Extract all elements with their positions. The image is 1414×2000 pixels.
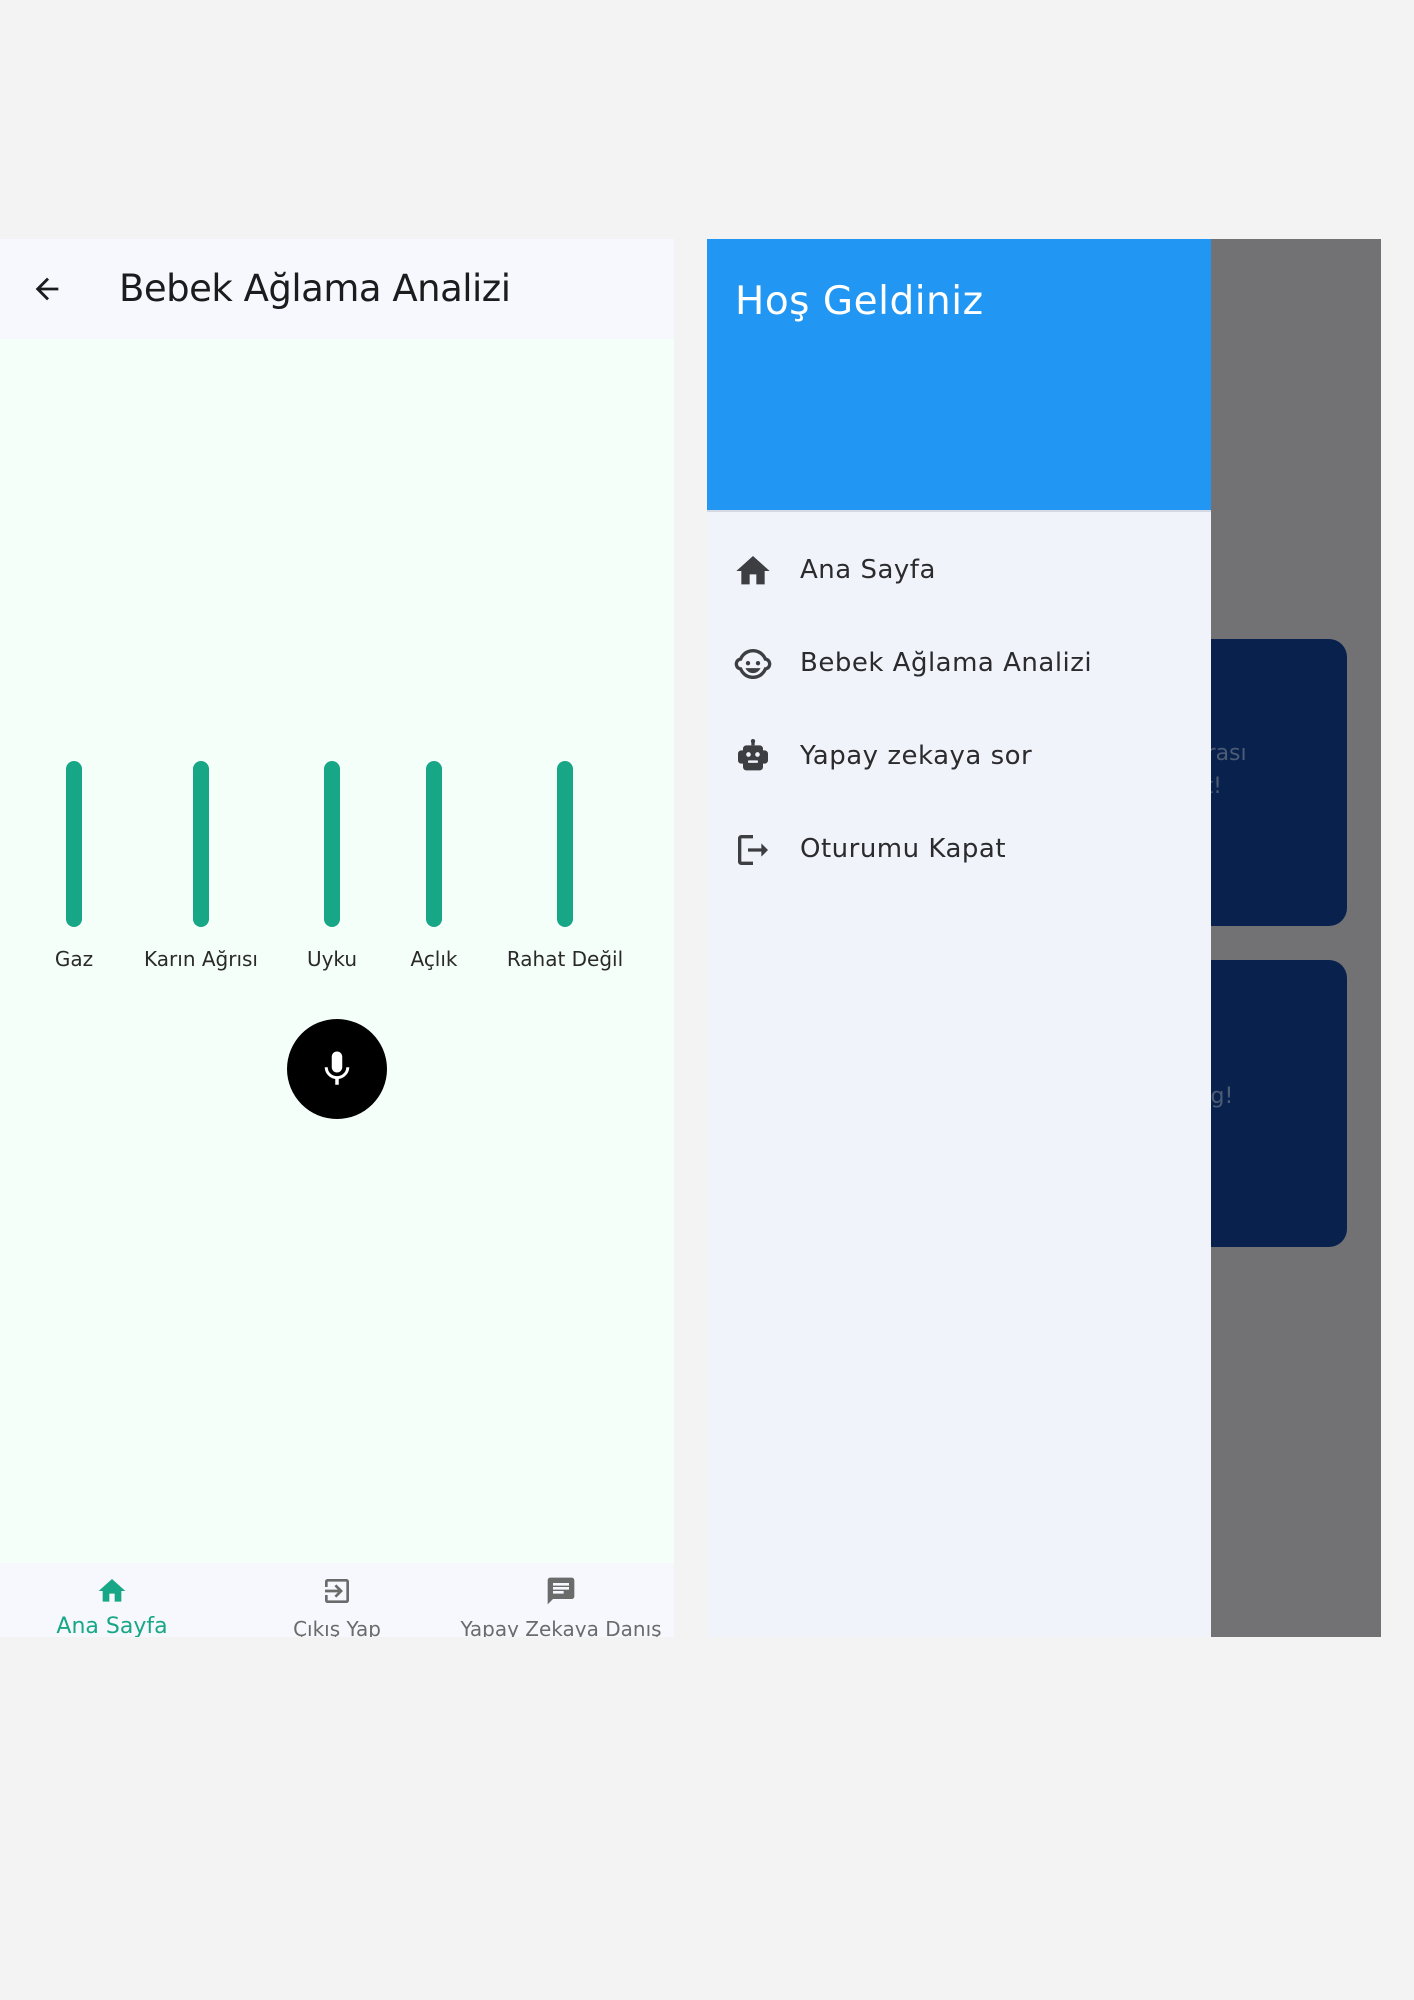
level-bar	[557, 761, 573, 927]
chat-icon	[547, 1577, 575, 1605]
bar-label: Gaz	[54, 947, 94, 971]
drawer-item-logout[interactable]: Oturumu Kapat	[707, 810, 1211, 890]
nav-item-exit[interactable]: Çıkış Yap	[225, 1563, 449, 1637]
level-bar	[324, 761, 340, 927]
drawer-item-label: Bebek Ağlama Analizi	[800, 648, 1093, 678]
analysis-screen: Bebek Ağlama Analizi Gaz Karın Ağrısı Uy…	[0, 239, 674, 1637]
drawer-item-label: Yapay zekaya sor	[800, 741, 1033, 771]
home-icon	[736, 556, 770, 585]
nav-label: Çıkış Yap	[293, 1617, 381, 1637]
bar-label: Rahat Değil	[506, 947, 624, 971]
bar-label: Açlık	[410, 947, 458, 971]
drawer-item-label: Oturumu Kapat	[800, 834, 1007, 864]
bar-karin-agrisi[interactable]: Karın Ağrısı	[136, 749, 266, 971]
home-screen-with-drawer: r arası bet! blog! Hoş Geldiniz Ana Sayf…	[707, 239, 1381, 1637]
level-bar	[66, 761, 82, 927]
robot-icon	[738, 739, 768, 771]
bar-aclik[interactable]: Açlık	[369, 749, 499, 971]
mic-icon	[324, 1051, 350, 1085]
drawer-item-label: Ana Sayfa	[800, 555, 936, 585]
level-bar	[193, 761, 209, 927]
arrow-back-icon	[35, 277, 59, 301]
bar-rahat-degil[interactable]: Rahat Değil	[500, 749, 630, 971]
exit-icon	[325, 1579, 349, 1603]
nav-item-ai-chat[interactable]: Yapay Zekaya Danış	[449, 1563, 673, 1637]
drawer-item-ask-ai[interactable]: Yapay zekaya sor	[707, 717, 1211, 797]
drawer-item-cry-analysis[interactable]: Bebek Ağlama Analizi	[707, 624, 1211, 704]
drawer-header: Hoş Geldiniz	[707, 239, 1211, 512]
baby-face-icon	[734, 649, 772, 679]
home-icon	[98, 1579, 126, 1602]
nav-label: Yapay Zekaya Danış	[460, 1617, 662, 1637]
nav-item-home[interactable]: Ana Sayfa	[0, 1563, 224, 1637]
bar-label: Karın Ağrısı	[144, 947, 258, 971]
nav-label: Ana Sayfa	[56, 1614, 168, 1637]
level-bar	[426, 761, 442, 927]
bottom-nav: Ana Sayfa Çıkış Yap Yapay Zekaya Danış	[0, 1563, 674, 1637]
bar-gaz[interactable]: Gaz	[9, 749, 139, 971]
record-button[interactable]	[287, 1019, 387, 1119]
back-button[interactable]	[22, 264, 72, 314]
drawer-title: Hoş Geldiniz	[735, 279, 984, 324]
navigation-drawer: Hoş Geldiniz Ana Sayfa Bebek Ağlama Anal…	[707, 239, 1211, 1637]
app-bar: Bebek Ağlama Analizi	[0, 239, 674, 339]
drawer-item-home[interactable]: Ana Sayfa	[707, 531, 1211, 611]
logout-icon	[738, 835, 768, 865]
page-title: Bebek Ağlama Analizi	[119, 267, 511, 310]
